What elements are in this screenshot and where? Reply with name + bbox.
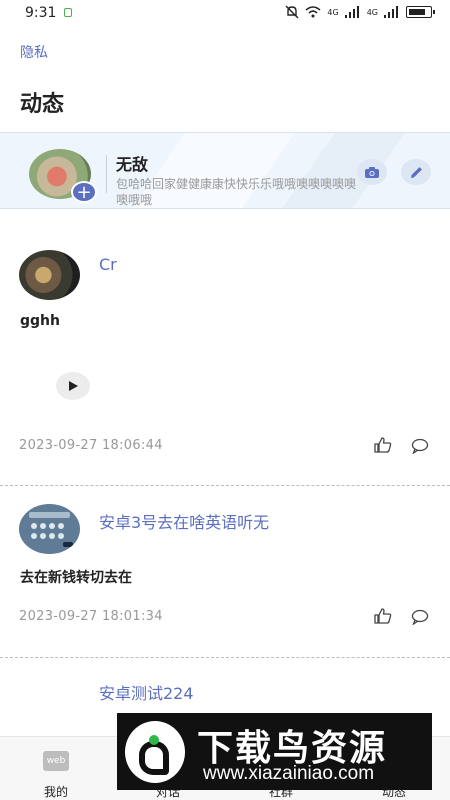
feed-divider (0, 485, 450, 486)
network-label: 4G (327, 7, 339, 17)
page-title: 动态 (20, 92, 65, 117)
feed-author[interactable]: Cr (99, 255, 117, 274)
camera-button[interactable] (357, 159, 387, 185)
divider (106, 155, 107, 193)
feed-timestamp: 2023-09-27 18:01:34 (19, 609, 163, 624)
plus-icon[interactable]: + (71, 181, 97, 203)
bird-logo-icon (125, 721, 185, 783)
profile-signature: 包哈哈回家健健康康快快乐乐哦哦噢噢噢噢噢噢哦哦 (116, 177, 357, 207)
privacy-link[interactable]: 隐私 (20, 42, 48, 62)
network-label-2: 4G (366, 7, 378, 17)
avatar-image (29, 512, 73, 547)
signal-icon-2 (384, 6, 400, 18)
comment-icon[interactable] (411, 609, 429, 625)
status-icons: 4G 4G (285, 5, 435, 19)
watermark-banner: 下载鸟资源 www.xiazainiao.com (117, 713, 432, 790)
feed-divider (0, 657, 450, 658)
comment-icon[interactable] (411, 438, 429, 454)
mute-icon (285, 5, 299, 19)
tab-mine[interactable]: web 我的 (11, 737, 101, 800)
status-time: 9:31 (25, 5, 57, 21)
feed-text: gghh (20, 313, 60, 329)
avatar[interactable] (19, 250, 80, 300)
feed-text: 去在新钱转切去在 (20, 570, 132, 586)
like-icon[interactable] (374, 608, 392, 624)
profile-nickname: 无敌 (116, 155, 149, 174)
play-icon (69, 381, 78, 391)
camera-icon (365, 166, 379, 178)
watermark-url: www.xiazainiao.com (203, 763, 375, 784)
wifi-icon (305, 6, 321, 18)
audio-play-button[interactable] (56, 372, 90, 400)
web-icon: web (43, 751, 69, 771)
pencil-icon (410, 166, 422, 178)
edit-button[interactable] (401, 159, 431, 185)
feed-author[interactable]: 安卓测试224 (99, 680, 194, 704)
battery-icon (406, 6, 435, 18)
signal-icon (344, 6, 361, 18)
like-icon[interactable] (374, 437, 392, 453)
status-bar: 9:31 4G 4G (0, 0, 450, 28)
notification-icon (64, 8, 72, 17)
tab-label: 我的 (43, 785, 68, 799)
feed-timestamp: 2023-09-27 18:06:44 (19, 438, 163, 453)
profile-card: + 无敌 包哈哈回家健健康康快快乐乐哦哦噢噢噢噢噢噢哦哦 (0, 132, 450, 209)
avatar[interactable] (19, 504, 80, 554)
feed-author[interactable]: 安卓3号去在啥英语听无 (99, 509, 269, 533)
